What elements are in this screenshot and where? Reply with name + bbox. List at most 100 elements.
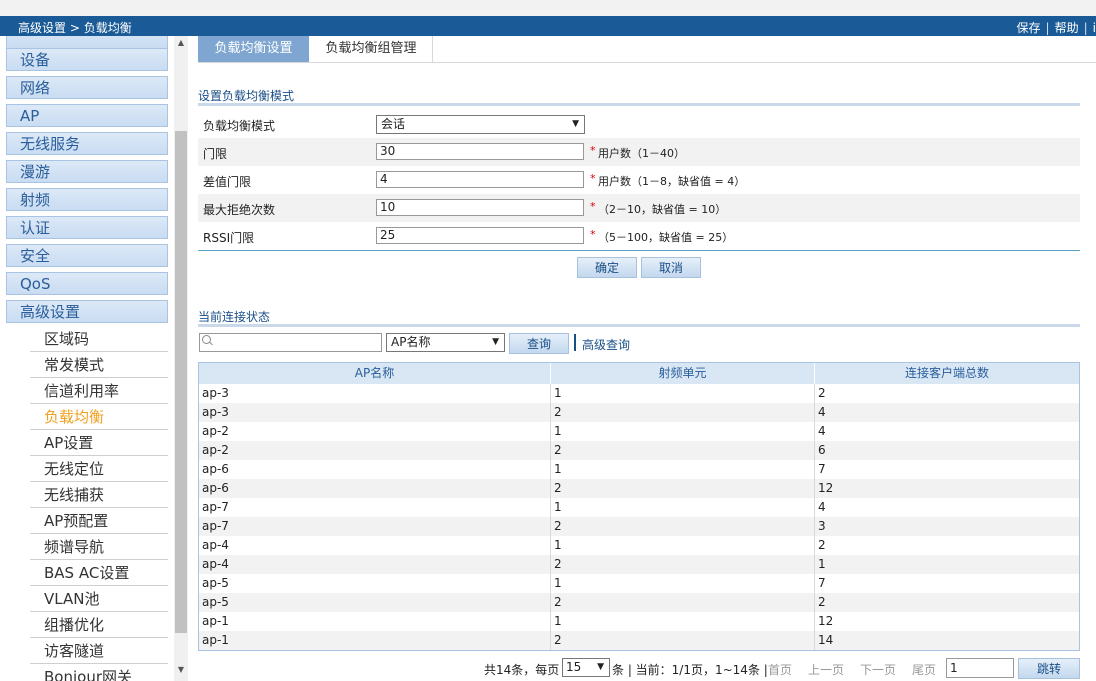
table-row[interactable]: ap-4 1 2 — [199, 536, 1079, 555]
table-row[interactable]: ap-2 1 4 — [199, 422, 1079, 441]
table-row[interactable]: ap-1 2 14 — [199, 631, 1079, 650]
gap-threshold-input[interactable]: 4 — [376, 171, 584, 188]
breadcrumb: 高级设置 > 负载均衡 — [18, 19, 132, 36]
cell-ap-name: ap-4 — [199, 555, 551, 574]
sidebar-item-4[interactable]: 漫游 — [6, 160, 168, 183]
sidebar-item-1[interactable]: 网络 — [6, 76, 168, 99]
next-page-link[interactable]: 下一页 — [860, 661, 896, 678]
table-row[interactable]: ap-5 1 7 — [199, 574, 1079, 593]
required-mark: * — [590, 144, 596, 157]
table-row[interactable]: ap-3 2 4 — [199, 403, 1079, 422]
required-mark: * — [590, 200, 596, 213]
sidebar-item-7[interactable]: 安全 — [6, 244, 168, 267]
max-deny-label: 最大拒绝次数 — [203, 203, 276, 217]
cell-client-count: 4 — [818, 405, 826, 419]
table-row[interactable]: ap-1 1 12 — [199, 612, 1079, 631]
sidebar-subitem-7[interactable]: AP预配置 — [30, 509, 168, 534]
prev-page-link[interactable]: 上一页 — [808, 661, 844, 678]
advanced-query-link[interactable]: 高级查询 — [582, 336, 630, 353]
cell-ap-name: ap-6 — [199, 479, 551, 498]
sidebar-subitem-1[interactable]: 常发模式 — [30, 353, 168, 378]
table-body: ap-3 1 2 ap-3 2 4 ap-2 1 4 ap-2 2 6 ap-6 1 7 ap-6 2 12 ap-… — [199, 384, 1079, 650]
ok-button[interactable]: 确定 — [577, 257, 637, 278]
threshold-hint: 用户数（1－40） — [598, 147, 685, 160]
query-button[interactable]: 查询 — [509, 333, 569, 354]
table-row[interactable]: ap-4 2 1 — [199, 555, 1079, 574]
cell-client-count: 1 — [818, 557, 826, 571]
cell-client-count: 6 — [818, 443, 826, 457]
help-link[interactable]: 帮助 — [1055, 21, 1079, 35]
sidebar-subitem-4[interactable]: AP设置 — [30, 431, 168, 456]
cell-ap-name: ap-5 — [199, 593, 551, 612]
sidebar-item-9[interactable]: 高级设置 — [6, 300, 168, 323]
truncated-link[interactable]: i — [1093, 21, 1096, 35]
sidebar-subitem-12[interactable]: 访客隧道 — [30, 639, 168, 664]
table-row[interactable]: ap-7 1 4 — [199, 498, 1079, 517]
required-mark: * — [590, 228, 596, 241]
sidebar-item-2[interactable]: AP — [6, 104, 168, 127]
page-number-input[interactable]: 1 — [946, 658, 1014, 678]
cancel-button[interactable]: 取消 — [641, 257, 701, 278]
header-actions: 保存 | 帮助 | i — [1017, 19, 1096, 36]
table-row[interactable]: ap-7 2 3 — [199, 517, 1079, 536]
save-link[interactable]: 保存 — [1017, 21, 1041, 35]
sidebar-subitem-8[interactable]: 频谱导航 — [30, 535, 168, 560]
search-input[interactable] — [199, 333, 382, 352]
sidebar-item-8[interactable]: QoS — [6, 272, 168, 295]
page-size-select[interactable]: 15 ▼ — [562, 658, 610, 677]
mode-select[interactable]: 会话 ▼ — [376, 115, 585, 134]
sidebar-item-3[interactable]: 无线服务 — [6, 132, 168, 155]
cell-ap-name: ap-2 — [199, 422, 551, 441]
table-row[interactable]: ap-5 2 2 — [199, 593, 1079, 612]
table-row[interactable]: ap-2 2 6 — [199, 441, 1079, 460]
column-client-count[interactable]: 连接客户端总数 — [815, 363, 1079, 384]
sidebar-item-0[interactable]: 设备 — [6, 48, 168, 71]
max-deny-input[interactable]: 10 — [376, 199, 584, 216]
sidebar-subitem-9[interactable]: BAS AC设置 — [30, 561, 168, 586]
scroll-down-arrow-icon[interactable]: ▼ — [174, 665, 188, 677]
cell-radio-unit: 2 — [551, 631, 815, 650]
sidebar-subitem-2[interactable]: 信道利用率 — [30, 379, 168, 404]
chevron-down-icon: ▼ — [492, 337, 499, 347]
cell-ap-name: ap-7 — [199, 498, 551, 517]
table-row[interactable]: ap-3 1 2 — [199, 384, 1079, 403]
scroll-thumb[interactable] — [175, 131, 187, 633]
rssi-input[interactable]: 25 — [376, 227, 584, 244]
sidebar-subitem-3[interactable]: 负载均衡 — [30, 405, 168, 430]
breadcrumb-separator: > — [69, 21, 80, 35]
threshold-input[interactable]: 30 — [376, 143, 584, 160]
cell-client-count: 2 — [818, 595, 826, 609]
sidebar-scrollbar[interactable]: ▲ ▼ — [174, 36, 188, 681]
search-field-select[interactable]: AP名称 ▼ — [386, 333, 505, 352]
chevron-down-icon: ▼ — [572, 119, 579, 129]
cell-ap-name: ap-1 — [199, 612, 551, 631]
jump-button[interactable]: 跳转 — [1018, 658, 1080, 679]
sidebar-subitem-10[interactable]: VLAN池 — [30, 587, 168, 612]
scroll-up-arrow-icon[interactable]: ▲ — [174, 38, 188, 50]
rssi-hint: （5－100，缺省值 = 25） — [598, 231, 734, 244]
first-page-link[interactable]: 首页 — [768, 661, 792, 678]
column-ap-name[interactable]: AP名称 — [199, 363, 551, 384]
breadcrumb-section[interactable]: 高级设置 — [18, 21, 66, 35]
breadcrumb-page: 负载均衡 — [83, 21, 132, 35]
form-row-mode: 负载均衡模式 会话 ▼ — [198, 110, 1080, 138]
last-page-link[interactable]: 尾页 — [912, 661, 936, 678]
sidebar-subitem-5[interactable]: 无线定位 — [30, 457, 168, 482]
tab-load-balance-group[interactable]: 负载均衡组管理 — [310, 36, 433, 62]
sidebar-subitem-11[interactable]: 组播优化 — [30, 613, 168, 638]
cell-radio-unit: 1 — [551, 422, 815, 441]
cell-radio-unit: 2 — [551, 593, 815, 612]
cell-client-count: 7 — [818, 462, 826, 476]
cell-client-count: 7 — [818, 576, 826, 590]
sidebar-subitem-13[interactable]: Bonjour网关 — [30, 665, 168, 681]
sidebar-subitem-0[interactable]: 区域码 — [30, 327, 168, 352]
top-bar: 高级设置 > 负载均衡 保存 | 帮助 | i — [0, 16, 1096, 36]
sidebar-item-5[interactable]: 射频 — [6, 188, 168, 211]
column-radio-unit[interactable]: 射频单元 — [551, 363, 815, 384]
table-row[interactable]: ap-6 1 7 — [199, 460, 1079, 479]
cell-radio-unit: 2 — [551, 555, 815, 574]
tab-load-balance-settings[interactable]: 负载均衡设置 — [198, 36, 309, 62]
sidebar-item-6[interactable]: 认证 — [6, 216, 168, 239]
sidebar-subitem-6[interactable]: 无线捕获 — [30, 483, 168, 508]
table-row[interactable]: ap-6 2 12 — [199, 479, 1079, 498]
